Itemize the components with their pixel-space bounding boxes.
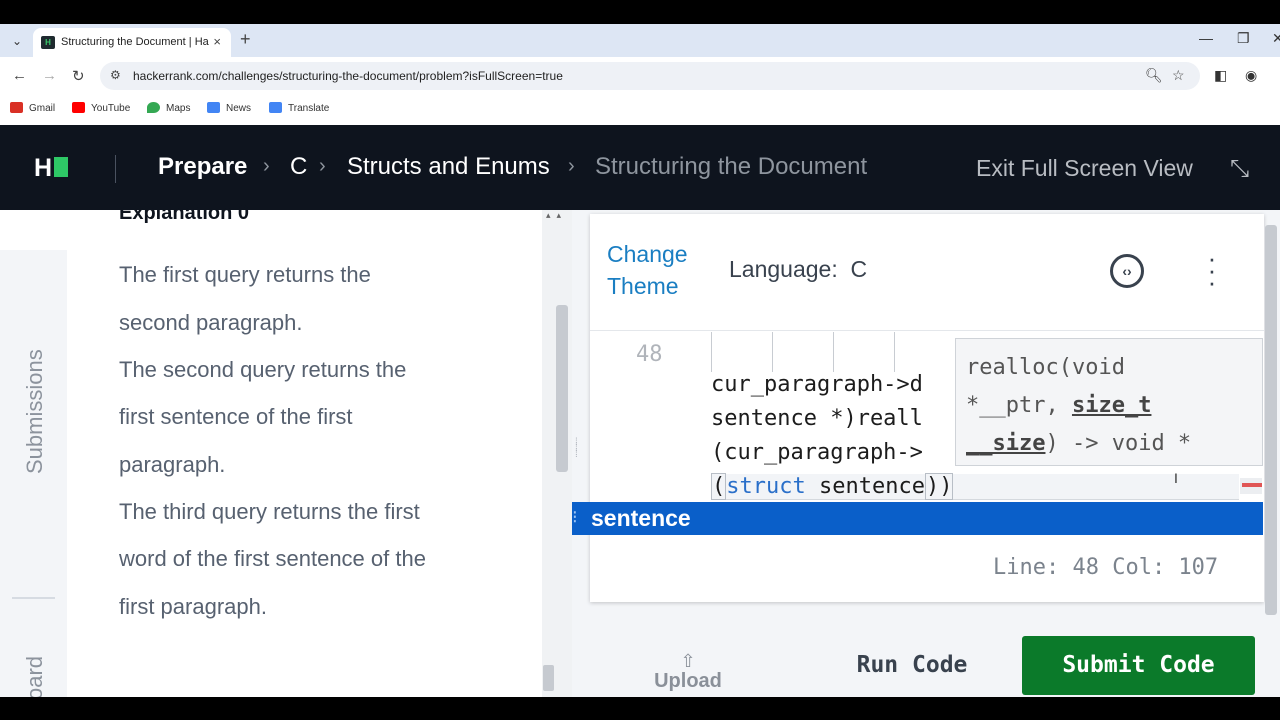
back-arrow-icon[interactable]: ← — [12, 67, 27, 84]
line-number: 48 — [636, 342, 663, 367]
breadcrumb-structs-and-enums[interactable]: Structs and Enums — [347, 153, 550, 181]
chevron-right-icon: › — [568, 155, 575, 177]
indent-guide — [894, 332, 895, 372]
explanation-line: paragraph. — [119, 452, 226, 477]
more-options-icon[interactable]: · · · — [1202, 245, 1222, 295]
bookmark-news[interactable]: News — [207, 102, 251, 118]
youtube-icon — [72, 102, 85, 113]
explanation-line: first sentence of the first — [119, 404, 353, 429]
panel-scrollbar-thumb[interactable] — [556, 305, 568, 472]
browser-tabstrip: ⌄ H Structuring the Document | Hac × + —… — [0, 24, 1280, 57]
bookmark-maps[interactable]: Maps — [147, 102, 190, 118]
side-rail: Submissions oard — [0, 250, 67, 700]
news-icon — [207, 102, 220, 113]
upload-label: Upload — [654, 670, 722, 692]
restore-window-icon[interactable]: ❐ — [1237, 30, 1250, 47]
maps-icon — [147, 102, 160, 113]
upload-button[interactable]: ⇧ Upload — [652, 652, 724, 693]
minimap-error-marker — [1242, 483, 1262, 487]
gmail-icon — [10, 102, 23, 113]
autocomplete-suggestion[interactable]: ⁝ sentence — [572, 502, 1263, 535]
explanation-line: first paragraph. — [119, 594, 267, 619]
submissions-tab[interactable]: Submissions — [22, 349, 48, 474]
explanation-line: The first query returns the — [119, 262, 371, 287]
address-bar[interactable]: ⚙ hackerrank.com/challenges/structuring-… — [100, 62, 1200, 90]
rail-divider — [12, 597, 55, 599]
cursor-position-status: Line: 48 Col: 107 — [993, 555, 1219, 580]
side-panel-icon[interactable]: ◧ — [1214, 67, 1227, 84]
scroll-arrows-icon[interactable]: ▴▴ — [546, 210, 567, 221]
minimize-icon[interactable]: — — [1199, 30, 1213, 46]
letterbox-bottom — [0, 697, 1280, 720]
bookmark-gmail[interactable]: Gmail — [10, 102, 55, 118]
exit-fullscreen-link[interactable]: Exit Full Screen View — [976, 155, 1193, 182]
suggestion-label: sentence — [591, 505, 691, 531]
bookmark-youtube[interactable]: YouTube — [72, 102, 130, 118]
restore-code-icon[interactable]: ‹› — [1110, 254, 1144, 288]
explanation-line: second paragraph. — [119, 310, 303, 335]
zoom-icon[interactable]: 🔍︎ — [1145, 67, 1163, 84]
code-line: sentence *)reall — [711, 406, 923, 431]
editor-toolbar: Change Theme Language: C ‹› · · · — [590, 214, 1264, 331]
explanation-line: The third query returns the first — [119, 499, 420, 524]
header-divider — [115, 155, 116, 183]
code-line-current: (struct sentence)) — [711, 473, 1239, 500]
bookmark-star-icon[interactable]: ☆ — [1172, 67, 1185, 84]
leaderboard-tab[interactable]: oard — [22, 656, 48, 700]
explanation-line: word of the first sentence of the — [119, 546, 426, 571]
letterbox-top — [0, 0, 1280, 24]
explanation-line: The second query returns the — [119, 357, 407, 382]
keyword-struct: struct — [726, 474, 806, 499]
screen: ⌄ H Structuring the Document | Hac × + —… — [0, 0, 1280, 720]
bookmark-translate[interactable]: Translate — [269, 102, 329, 118]
resize-grip-icon[interactable]: ⁞ ⁞ ⁞ — [575, 438, 585, 470]
hackerrank-logo[interactable]: H — [34, 154, 69, 183]
forward-arrow-icon[interactable]: → — [42, 67, 57, 84]
reload-icon[interactable]: ↻ — [72, 67, 85, 85]
logo-square-icon — [54, 157, 69, 177]
breadcrumb-prepare[interactable]: Prepare — [158, 153, 247, 181]
profile-avatar-icon[interactable]: ◉ — [1245, 67, 1257, 84]
suggestion-kind-icon: ⁝ — [572, 507, 578, 527]
run-code-button[interactable]: Run Code — [820, 636, 1004, 694]
site-settings-icon[interactable]: ⚙ — [110, 68, 121, 82]
submit-code-button[interactable]: Submit Code — [1022, 636, 1255, 695]
hackerrank-header: H Prepare › C › Structs and Enums › Stru… — [0, 125, 1280, 210]
indent-guide — [772, 332, 773, 372]
upload-arrow-icon: ⇧ — [680, 651, 696, 671]
collapse-arrows-icon[interactable]: ⤡ — [1230, 155, 1249, 183]
tab-title: Structuring the Document | Hac — [61, 36, 209, 48]
bookmarks-bar: Gmail YouTube Maps News Translate — [0, 95, 1280, 125]
code-line: (cur_paragraph-> — [711, 440, 923, 465]
code-identifier: sentence — [805, 474, 925, 499]
text-cursor-icon: I — [1174, 470, 1178, 486]
editor-scrollbar[interactable] — [1265, 225, 1277, 615]
browser-tab-active[interactable]: H Structuring the Document | Hac × — [33, 28, 231, 57]
chevron-right-icon: › — [263, 155, 270, 177]
hackerrank-favicon-icon: H — [41, 36, 55, 49]
language-selector[interactable]: Language: C — [729, 256, 867, 283]
chevron-right-icon: › — [319, 155, 326, 177]
code-line: cur_paragraph->d — [711, 372, 923, 397]
indent-guide — [833, 332, 834, 372]
close-window-icon[interactable]: ✕ — [1272, 30, 1280, 47]
browser-toolbar: ← → ↻ ⚙ hackerrank.com/challenges/struct… — [0, 57, 1280, 95]
url-text: hackerrank.com/challenges/structuring-th… — [133, 69, 563, 83]
closing-parens: )) — [924, 473, 954, 500]
translate-icon — [269, 102, 282, 113]
indent-guide — [711, 332, 712, 372]
tab-search-chevron-icon[interactable]: ⌄ — [8, 32, 26, 50]
breadcrumb-current-challenge: Structuring the Document — [595, 153, 868, 180]
close-tab-icon[interactable]: × — [213, 34, 221, 49]
explanation-heading: Explanation 0 — [119, 202, 250, 224]
problem-panel: Submissions oard Explanation 0 The first… — [0, 202, 542, 700]
new-tab-plus-icon[interactable]: + — [240, 29, 251, 50]
matching-paren: ( — [711, 473, 727, 500]
change-theme-link[interactable]: Change Theme — [607, 238, 717, 302]
breadcrumb-c[interactable]: C — [290, 153, 307, 181]
signature-help-tooltip: realloc(void *__ptr, size_t __size) -> v… — [955, 338, 1263, 466]
left-scrollbar-thumb[interactable] — [543, 665, 554, 691]
